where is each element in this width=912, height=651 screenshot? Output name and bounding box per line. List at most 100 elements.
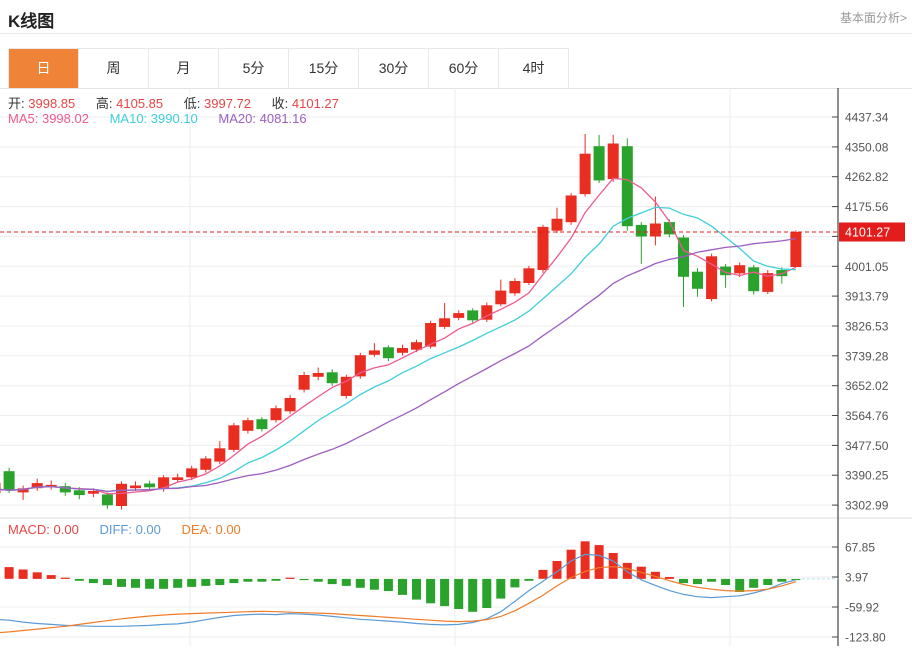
candle[interactable] xyxy=(74,490,85,495)
candle[interactable] xyxy=(172,477,183,480)
candle[interactable] xyxy=(650,224,661,237)
macd-bar xyxy=(117,579,126,587)
candle[interactable] xyxy=(102,494,113,505)
macd-bar xyxy=(763,579,772,585)
fundamental-analysis-link[interactable]: 基本面分析> xyxy=(840,9,907,26)
candle[interactable] xyxy=(734,265,745,273)
candle[interactable] xyxy=(299,375,310,390)
period-tabs-group: 日 周 月 5分 15分 30分 60分 4时 xyxy=(8,48,569,88)
candle[interactable] xyxy=(580,154,591,194)
y-axis-label: 3826.53 xyxy=(845,320,889,334)
y-axis-label: 3477.50 xyxy=(845,439,889,453)
candle[interactable] xyxy=(341,377,352,396)
tab-5min[interactable]: 5分 xyxy=(219,49,289,88)
current-price-badge-label: 4101.27 xyxy=(845,226,890,240)
macd-bar xyxy=(567,550,576,579)
candle[interactable] xyxy=(748,267,759,291)
macd-bar xyxy=(257,579,266,582)
tab-15min[interactable]: 15分 xyxy=(289,49,359,88)
candle[interactable] xyxy=(467,310,478,320)
tab-60min[interactable]: 60分 xyxy=(429,49,499,88)
candle[interactable] xyxy=(116,484,127,506)
macd-bar xyxy=(356,579,365,588)
candle[interactable] xyxy=(158,477,169,489)
macd-bar xyxy=(75,579,84,581)
macd-bar xyxy=(426,579,435,603)
candle[interactable] xyxy=(523,268,534,283)
macd-bar xyxy=(735,579,744,592)
macd-bar xyxy=(749,579,758,588)
macd-bar xyxy=(5,567,14,579)
macd-bar xyxy=(328,579,337,584)
candle[interactable] xyxy=(369,350,380,354)
candle[interactable] xyxy=(313,373,324,377)
candle[interactable] xyxy=(186,468,197,477)
macd-bar xyxy=(342,579,351,586)
macd-bar xyxy=(370,579,379,590)
tab-4hour[interactable]: 4时 xyxy=(499,49,569,88)
candle[interactable] xyxy=(242,420,253,431)
candle[interactable] xyxy=(636,225,647,237)
candle[interactable] xyxy=(200,459,211,470)
macd-axis-label: -123.80 xyxy=(845,631,886,645)
candle[interactable] xyxy=(256,419,267,429)
candle[interactable] xyxy=(397,348,408,353)
ma5-line xyxy=(0,178,796,493)
kline-chart-area[interactable]: 4437.344350.084262.824175.564001.053913.… xyxy=(0,88,912,646)
macd-bar xyxy=(145,579,154,589)
macd-bar xyxy=(229,579,238,583)
candle[interactable] xyxy=(271,408,282,420)
macd-bar xyxy=(510,579,519,588)
candle[interactable] xyxy=(566,196,577,223)
candle[interactable] xyxy=(509,281,520,293)
macd-bar xyxy=(539,570,548,579)
y-axis-label: 4350.08 xyxy=(845,140,889,154)
candle[interactable] xyxy=(790,232,801,267)
y-axis-label: 3652.02 xyxy=(845,379,889,393)
candle[interactable] xyxy=(538,227,549,270)
macd-bar xyxy=(243,579,252,582)
candle[interactable] xyxy=(285,398,296,411)
tab-month[interactable]: 月 xyxy=(149,49,219,88)
macd-bar xyxy=(777,579,786,582)
macd-bar xyxy=(61,578,70,579)
kline-chart[interactable]: 4437.344350.084262.824175.564001.053913.… xyxy=(0,88,912,646)
macd-bar xyxy=(412,579,421,600)
candle[interactable] xyxy=(327,372,338,383)
candle[interactable] xyxy=(130,486,141,489)
macd-bar xyxy=(300,579,309,580)
macd-bar xyxy=(47,575,56,579)
candle[interactable] xyxy=(692,272,703,289)
macd-bar xyxy=(482,579,491,608)
page-title: K线图 xyxy=(8,7,54,32)
macd-bar xyxy=(159,579,168,589)
tab-week[interactable]: 周 xyxy=(79,49,149,88)
candle[interactable] xyxy=(453,313,464,318)
macd-bar xyxy=(103,579,112,585)
candle[interactable] xyxy=(439,318,450,327)
candle[interactable] xyxy=(214,448,225,461)
macd-bar xyxy=(384,579,393,591)
macd-bar xyxy=(440,579,449,606)
candle[interactable] xyxy=(228,425,239,450)
macd-bar xyxy=(33,572,42,579)
y-axis-label: 3739.28 xyxy=(845,349,889,363)
candle[interactable] xyxy=(594,146,605,180)
candle[interactable] xyxy=(608,144,619,180)
candle[interactable] xyxy=(144,484,155,488)
y-axis-label: 3564.76 xyxy=(845,409,889,423)
macd-bar xyxy=(496,579,505,599)
candle[interactable] xyxy=(4,471,15,490)
tab-30min[interactable]: 30分 xyxy=(359,49,429,88)
candle[interactable] xyxy=(88,491,99,494)
candle[interactable] xyxy=(552,219,563,231)
candle[interactable] xyxy=(0,483,1,493)
candle[interactable] xyxy=(383,347,394,358)
candle[interactable] xyxy=(622,146,633,226)
ma20-line xyxy=(0,239,796,492)
y-axis-label: 4437.34 xyxy=(845,111,889,125)
macd-bar xyxy=(595,545,604,579)
period-tabbar: 日 周 月 5分 15分 30分 60分 4时 xyxy=(0,48,912,89)
tab-day[interactable]: 日 xyxy=(9,49,79,88)
candle[interactable] xyxy=(495,291,506,305)
